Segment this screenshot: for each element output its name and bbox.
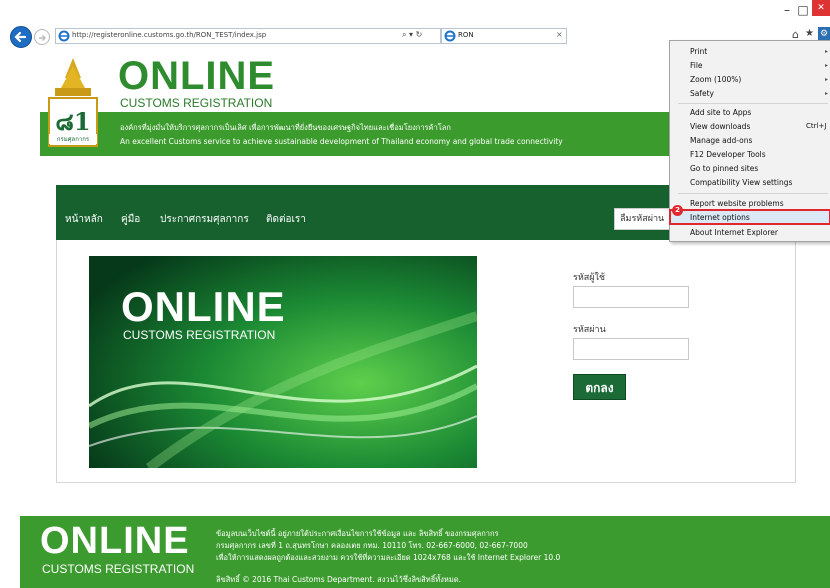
search-refresh-controls[interactable]: ⌕ ▾ ↻ — [402, 30, 422, 40]
footer-line-3: เพื่อให้การแสดงผลถูกต้องและสวยงาม ควรใช้… — [216, 553, 561, 562]
chevron-right-icon: ▸ — [824, 62, 828, 69]
menu-item-view-downloads[interactable]: View downloads — [690, 122, 750, 131]
menu-item-manage-addons[interactable]: Manage add-ons — [690, 136, 752, 145]
menu-item-f12-tools[interactable]: F12 Developer Tools — [690, 150, 766, 159]
menu-item-zoom[interactable]: Zoom (100%) — [690, 75, 741, 84]
browser-titlebar — [0, 0, 830, 26]
menu-separator — [678, 103, 828, 104]
banner-english-slogan: An excellent Customs service to achieve … — [120, 137, 563, 146]
menu-item-print[interactable]: Print — [690, 47, 707, 56]
menu-item-add-site-to-apps[interactable]: Add site to Apps — [690, 108, 751, 117]
minimize-button[interactable]: – — [780, 0, 794, 22]
menu-item-about-ie[interactable]: About Internet Explorer — [690, 228, 778, 237]
close-window-button[interactable]: ✕ — [812, 0, 830, 16]
menu-item-file[interactable]: File — [690, 61, 703, 70]
footer-logo-word: ONLINE — [40, 520, 190, 562]
tools-menu: Print ▸ File ▸ Zoom (100%) ▸ Safety ▸ Ad… — [669, 40, 830, 242]
hero-word: ONLINE — [121, 283, 286, 330]
password-input[interactable] — [573, 338, 689, 360]
footer-copyright: ลิขสิทธิ์ © 2016 Thai Customs Department… — [216, 575, 462, 584]
login-submit-button[interactable]: ตกลง — [573, 374, 626, 400]
ie-tab-icon — [444, 30, 456, 42]
forward-button[interactable] — [34, 29, 50, 45]
browser-window: – □ ✕ http://registeronline.customs.go.t… — [0, 0, 830, 588]
step-badge-2: 2 — [672, 205, 683, 216]
password-label: รหัสผ่าน — [573, 325, 606, 335]
hero-banner: ONLINE CUSTOMS REGISTRATION — [89, 256, 477, 468]
tab-close-icon[interactable]: × — [556, 30, 563, 39]
customs-department-logo: ๘1 กรมศุลกากร — [45, 58, 101, 148]
nav-announcements[interactable]: ประกาศกรมศุลกากร — [160, 212, 249, 227]
nav-contact[interactable]: ติดต่อเรา — [266, 212, 306, 227]
view-downloads-shortcut: Ctrl+J — [806, 122, 827, 130]
chevron-right-icon: ▸ — [824, 90, 828, 97]
footer-line-1: ข้อมูลบนเว็บไซต์นี้ อยู่ภายใต้ประกาศเงื่… — [216, 529, 499, 538]
back-button[interactable] — [10, 26, 32, 48]
menu-item-compat-view[interactable]: Compatibility View settings — [690, 178, 792, 187]
svg-text:๘1: ๘1 — [55, 107, 90, 136]
chevron-right-icon: ▸ — [824, 76, 828, 83]
menu-item-safety[interactable]: Safety — [690, 89, 714, 98]
footer-logo-subtitle: CUSTOMS REGISTRATION — [42, 562, 195, 576]
url-text[interactable]: http://registeronline.customs.go.th/RON_… — [72, 31, 266, 39]
menu-item-report-problems[interactable]: Report website problems — [690, 199, 784, 208]
username-input[interactable] — [573, 286, 689, 308]
tab-ron[interactable]: RON × — [441, 28, 567, 44]
banner-thai-slogan: องค์กรที่มุ่งมั่นให้บริการศุลกากรเป็นเลิ… — [120, 123, 451, 132]
forgot-password-button[interactable]: ลืมรหัสผ่าน — [614, 208, 674, 230]
nav-manual[interactable]: คู่มือ — [121, 212, 140, 227]
ie-page-icon — [58, 30, 70, 42]
chevron-right-icon: ▸ — [824, 48, 828, 55]
site-logo-word: ONLINE — [118, 54, 276, 98]
dept-caption: กรมศุลกากร — [49, 134, 97, 144]
hero-subtitle: CUSTOMS REGISTRATION — [123, 328, 276, 342]
back-arrow-icon — [14, 31, 27, 43]
menu-item-internet-options[interactable]: Internet options — [690, 213, 750, 222]
forward-arrow-icon — [39, 35, 46, 41]
favorites-icon[interactable]: ★ — [805, 28, 814, 39]
address-bar[interactable]: http://registeronline.customs.go.th/RON_… — [55, 28, 441, 44]
username-label: รหัสผู้ใช้ — [573, 273, 606, 283]
maximize-button[interactable]: □ — [796, 0, 810, 22]
nav-home[interactable]: หน้าหลัก — [65, 212, 103, 227]
footer-line-2: กรมศุลกากร เลขที่ 1 ถ.สุนทรโกษา คลองเตย … — [216, 541, 528, 550]
menu-item-pinned-sites[interactable]: Go to pinned sites — [690, 164, 758, 173]
tools-gear-icon[interactable]: ⚙ — [818, 27, 830, 41]
site-logo-subtitle: CUSTOMS REGISTRATION — [120, 96, 273, 110]
tab-title: RON — [458, 31, 474, 39]
site-footer: ONLINE CUSTOMS REGISTRATION ข้อมูลบนเว็บ… — [20, 516, 830, 588]
menu-separator — [678, 193, 828, 194]
